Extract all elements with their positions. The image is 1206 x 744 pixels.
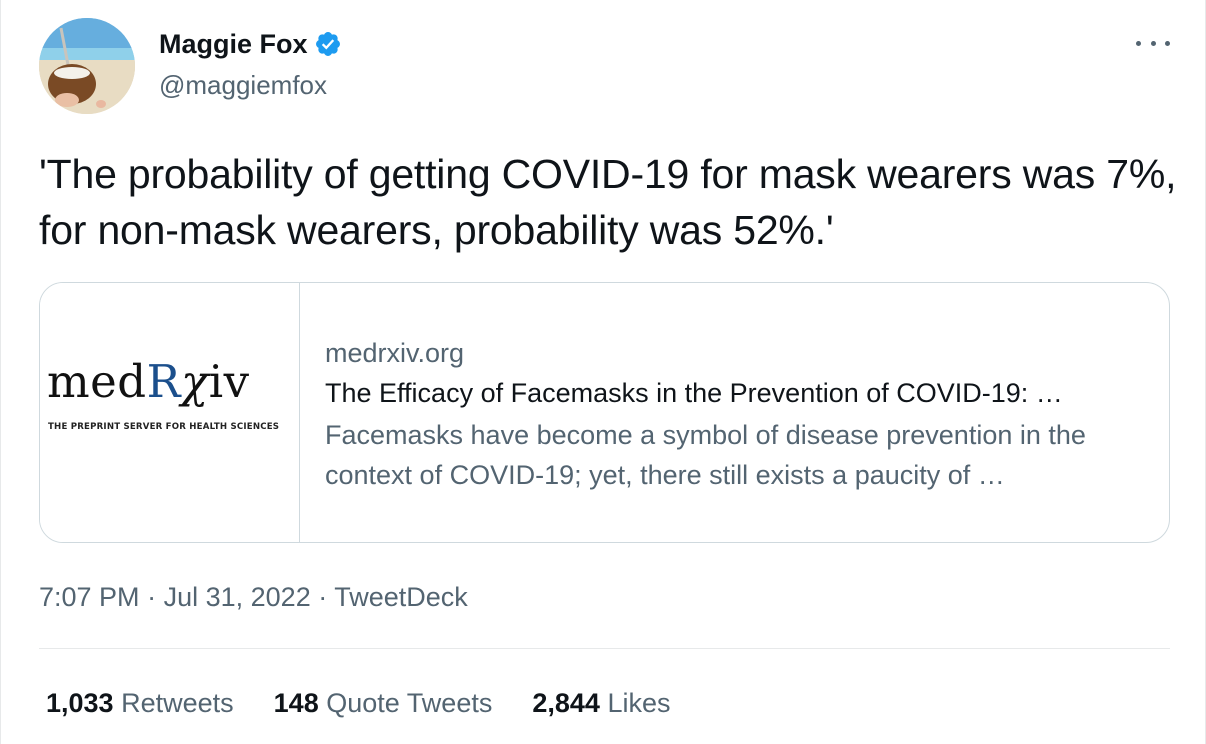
name-row: Maggie Fox bbox=[159, 28, 342, 60]
retweets-count: 1,033 bbox=[46, 688, 114, 718]
display-name[interactable]: Maggie Fox bbox=[159, 28, 308, 60]
tweet-text: 'The probability of getting COVID-19 for… bbox=[39, 151, 1177, 253]
tweet: Maggie Fox @maggiemfox 'The probability … bbox=[0, 0, 1206, 744]
more-icon[interactable] bbox=[1136, 32, 1170, 54]
quote-tweets-count: 148 bbox=[273, 688, 319, 718]
avatar-photo bbox=[39, 18, 135, 114]
tweet-meta: 7:07 PM · Jul 31, 2022 · TweetDeck bbox=[39, 578, 468, 616]
quote-tweets-label: Quote Tweets bbox=[326, 688, 493, 718]
retweets-stat[interactable]: 1,033 Retweets bbox=[46, 684, 234, 722]
more-dot bbox=[1136, 40, 1141, 46]
tweet-source[interactable]: TweetDeck bbox=[334, 582, 468, 612]
more-dot bbox=[1150, 40, 1156, 46]
tweet-date[interactable]: Jul 31, 2022 bbox=[164, 582, 311, 612]
tweet-time[interactable]: 7:07 PM bbox=[39, 582, 140, 612]
card-thumbnail: medRχiv THE PREPRINT SERVER FOR HEALTH S… bbox=[40, 283, 300, 542]
meta-separator: · bbox=[147, 582, 157, 612]
likes-count: 2,844 bbox=[532, 688, 600, 718]
tweet-stats: 1,033 Retweets 148 Quote Tweets 2,844 Li… bbox=[46, 684, 670, 722]
likes-stat[interactable]: 2,844 Likes bbox=[532, 684, 670, 722]
retweets-label: Retweets bbox=[121, 688, 234, 718]
logo-tagline: THE PREPRINT SERVER FOR HEALTH SCIENCES bbox=[48, 422, 280, 432]
handle[interactable]: @maggiemfox bbox=[159, 69, 327, 101]
likes-label: Likes bbox=[607, 688, 671, 718]
card-domain: medrxiv.org bbox=[325, 338, 465, 368]
card-description: Facemasks have become a symbol of diseas… bbox=[325, 420, 1086, 490]
verified-icon bbox=[314, 30, 342, 58]
avatar[interactable] bbox=[39, 18, 135, 114]
more-dot bbox=[1165, 40, 1170, 46]
meta-separator: · bbox=[318, 582, 328, 612]
divider bbox=[39, 648, 1170, 649]
quote-tweets-stat[interactable]: 148 Quote Tweets bbox=[274, 684, 493, 722]
card-body: medrxiv.org The Efficacy of Facemasks in… bbox=[300, 283, 1169, 542]
card-title: The Efficacy of Facemasks in the Prevent… bbox=[325, 378, 1063, 408]
link-card[interactable]: medRχiv THE PREPRINT SERVER FOR HEALTH S… bbox=[39, 282, 1170, 543]
medrxiv-logo: medRχiv bbox=[47, 355, 250, 408]
